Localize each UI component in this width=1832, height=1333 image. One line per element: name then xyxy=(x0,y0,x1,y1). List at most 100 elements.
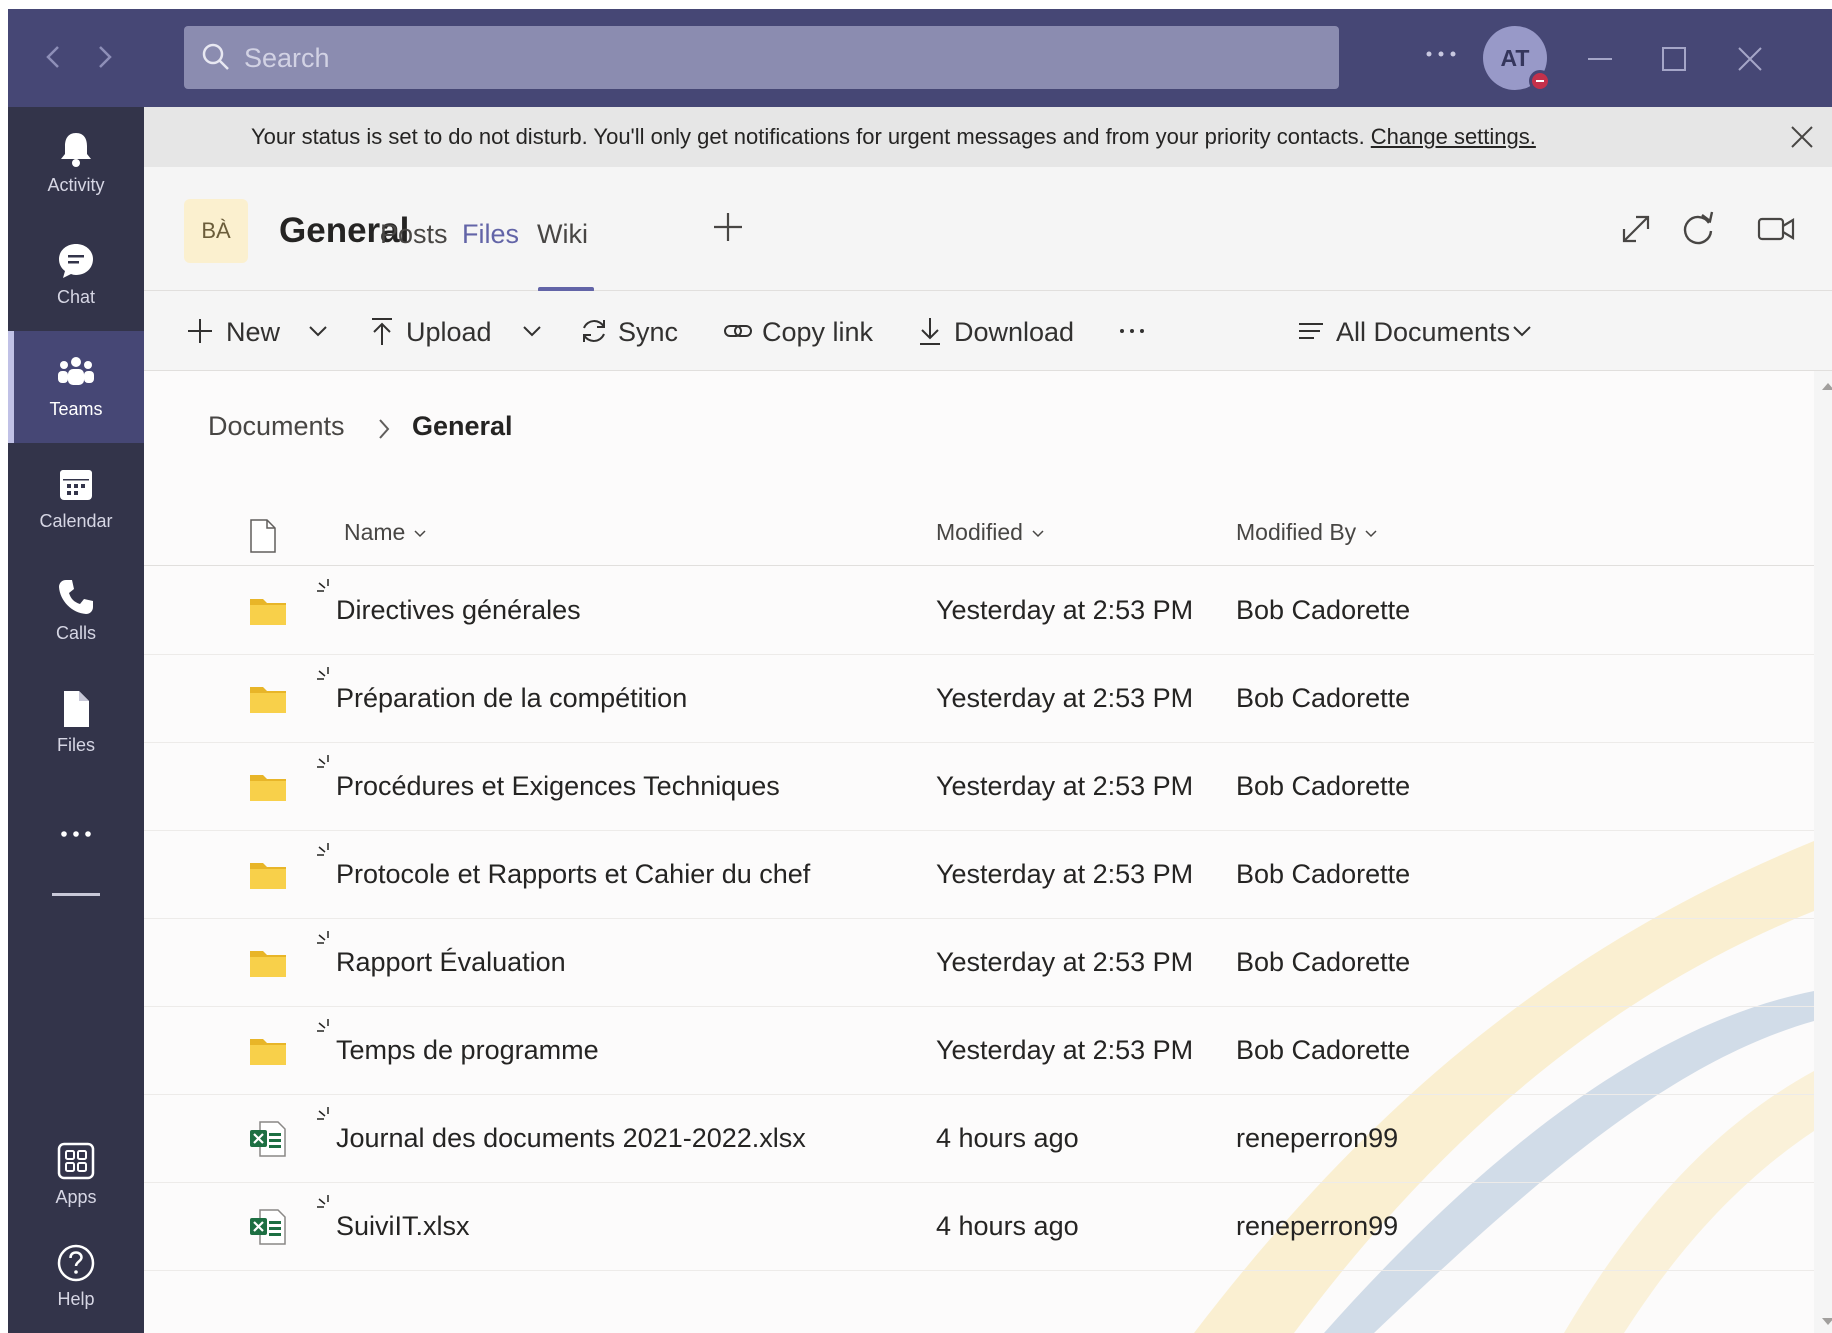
scroll-down-arrow-icon[interactable] xyxy=(1820,1315,1832,1329)
folder-icon xyxy=(250,1039,286,1065)
view-selector[interactable]: All Documents xyxy=(1296,313,1576,349)
more-apps-icon[interactable] xyxy=(52,824,100,844)
table-row[interactable]: Temps de programme Yesterday at 2:53 PM … xyxy=(144,1007,1814,1095)
team-avatar[interactable]: BÀ xyxy=(184,199,248,263)
file-modified-by: Bob Cadorette xyxy=(1236,683,1411,713)
file-name[interactable]: Journal des documents 2021-2022.xlsx xyxy=(336,1123,806,1154)
column-header-modified-by[interactable]: Modified By xyxy=(1236,519,1378,546)
rail-item-help[interactable]: Help xyxy=(8,1221,144,1333)
rail-item-files[interactable]: Files xyxy=(8,667,144,779)
more-options-icon[interactable] xyxy=(1421,39,1461,69)
rail-item-calls[interactable]: Calls xyxy=(8,555,144,667)
rail-item-activity[interactable]: Activity xyxy=(8,107,144,219)
minimize-button[interactable] xyxy=(1576,35,1624,83)
forward-arrow-icon[interactable] xyxy=(84,37,124,77)
new-item-sparkle-icon xyxy=(317,931,329,944)
rail-item-chat[interactable]: Chat xyxy=(8,219,144,331)
excel-file-icon xyxy=(250,1121,286,1157)
breadcrumb-root[interactable]: Documents xyxy=(208,411,345,442)
rail-item-calendar[interactable]: Calendar xyxy=(8,443,144,555)
rail-item-teams[interactable]: Teams xyxy=(8,331,144,443)
avatar[interactable]: AT xyxy=(1483,26,1551,92)
column-modified-by-label: Modified By xyxy=(1236,519,1357,545)
banner-message: Your status is set to do not disturb. Yo… xyxy=(251,124,1365,149)
file-name[interactable]: Rapport Évaluation xyxy=(336,947,566,978)
column-header-name[interactable]: Name xyxy=(344,519,427,546)
search-input[interactable]: Search xyxy=(184,26,1339,89)
file-name[interactable]: Procédures et Exigences Techniques xyxy=(336,771,780,802)
new-item-sparkle-icon xyxy=(317,579,329,592)
sync-label: Sync xyxy=(618,317,679,347)
maximize-button[interactable] xyxy=(1650,35,1698,83)
rail-label: Teams xyxy=(49,399,103,419)
channel-header: BÀ General Posts Files Wiki xyxy=(144,167,1832,292)
refresh-icon[interactable] xyxy=(1676,207,1720,251)
file-modified: 4 hours ago xyxy=(936,1211,1079,1241)
chevron-right-icon xyxy=(379,419,390,439)
back-arrow-icon[interactable] xyxy=(34,37,74,77)
rail-label: Files xyxy=(56,735,95,755)
file-name[interactable]: Préparation de la compétition xyxy=(336,683,687,714)
upload-icon xyxy=(372,318,392,345)
file-name[interactable]: Protocole et Rapports et Cahier du chef xyxy=(336,859,810,890)
bell-icon xyxy=(61,133,91,167)
download-icon xyxy=(920,318,940,345)
file-modified: Yesterday at 2:53 PM xyxy=(936,947,1194,977)
upload-label: Upload xyxy=(406,317,492,347)
file-icon xyxy=(64,691,89,727)
new-label: New xyxy=(226,317,281,347)
view-label: All Documents xyxy=(1336,317,1511,347)
search-placeholder: Search xyxy=(244,43,330,73)
add-tab-icon[interactable] xyxy=(708,207,748,247)
table-row[interactable]: Préparation de la compétition Yesterday … xyxy=(144,655,1814,743)
video-meet-icon[interactable] xyxy=(1754,207,1798,251)
teams-window: Search AT Activity Chat Teams Calendar C… xyxy=(8,9,1832,1333)
file-name[interactable]: Temps de programme xyxy=(336,1035,599,1066)
new-button[interactable]: New xyxy=(184,313,334,349)
scroll-up-arrow-icon[interactable] xyxy=(1820,379,1832,393)
tab-wiki[interactable]: Wiki xyxy=(537,219,588,250)
file-modified: Yesterday at 2:53 PM xyxy=(936,595,1194,625)
rail-label: Activity xyxy=(47,175,105,195)
sync-button[interactable]: Sync xyxy=(578,313,688,349)
file-name[interactable]: Directives générales xyxy=(336,595,581,626)
file-name[interactable]: SuiviIT.xlsx xyxy=(336,1211,470,1242)
search-icon xyxy=(202,43,229,70)
file-modified: Yesterday at 2:53 PM xyxy=(936,771,1194,801)
tab-files[interactable]: Files xyxy=(462,219,519,250)
download-label: Download xyxy=(954,317,1075,347)
column-header-modified[interactable]: Modified xyxy=(936,519,1045,546)
more-commands-button[interactable] xyxy=(1116,313,1156,349)
chevron-down-icon xyxy=(309,326,327,337)
rail-label: Calls xyxy=(55,623,96,643)
expand-icon[interactable] xyxy=(1614,207,1658,251)
file-modified-by: Bob Cadorette xyxy=(1236,771,1411,801)
table-row[interactable]: Protocole et Rapports et Cahier du chef … xyxy=(144,831,1814,919)
download-button[interactable]: Download xyxy=(914,313,1094,349)
table-row[interactable]: Journal des documents 2021-2022.xlsx 4 h… xyxy=(144,1095,1814,1183)
command-bar: New Upload Sync Copy link Download All D… xyxy=(144,291,1832,371)
copy-link-button[interactable]: Copy link xyxy=(722,313,882,349)
more-icon xyxy=(1120,329,1144,333)
file-modified-by: Bob Cadorette xyxy=(1236,595,1411,625)
folder-icon xyxy=(250,775,286,801)
table-row[interactable]: Procédures et Exigences Techniques Yeste… xyxy=(144,743,1814,831)
tab-posts[interactable]: Posts xyxy=(380,219,448,250)
file-modified: Yesterday at 2:53 PM xyxy=(936,859,1194,889)
file-modified: 4 hours ago xyxy=(936,1123,1079,1153)
rail-item-apps[interactable]: Apps xyxy=(8,1119,144,1231)
table-row[interactable]: SuiviIT.xlsx 4 hours ago reneperron99 xyxy=(144,1183,1814,1271)
close-icon xyxy=(1738,47,1762,71)
table-row[interactable]: Directives générales Yesterday at 2:53 P… xyxy=(144,567,1814,655)
copy-link-label: Copy link xyxy=(762,317,874,347)
new-item-sparkle-icon xyxy=(317,1195,329,1208)
table-row[interactable]: Rapport Évaluation Yesterday at 2:53 PM … xyxy=(144,919,1814,1007)
upload-button[interactable]: Upload xyxy=(366,313,556,349)
calendar-icon xyxy=(60,470,92,500)
close-window-button[interactable] xyxy=(1726,35,1774,83)
change-settings-link[interactable]: Change settings. xyxy=(1371,124,1536,149)
new-item-sparkle-icon xyxy=(317,843,329,856)
maximize-icon xyxy=(1662,47,1686,71)
chevron-down-icon xyxy=(414,530,426,537)
close-icon[interactable] xyxy=(1784,119,1820,155)
